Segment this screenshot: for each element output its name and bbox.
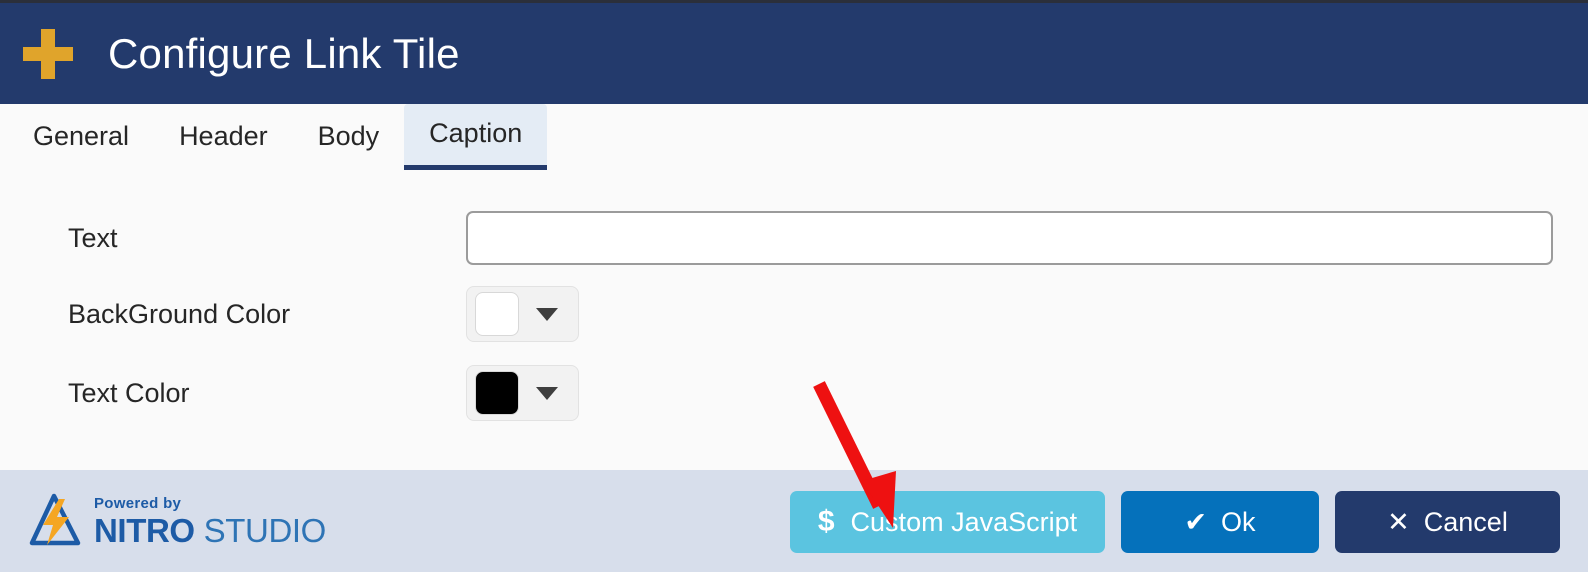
text-field-label: Text: [68, 222, 118, 253]
ok-button-label: Ok: [1221, 506, 1256, 537]
cancel-button-label: Cancel: [1423, 506, 1508, 537]
powered-by-label: Powered by: [94, 494, 182, 512]
brand-studio-label: STUDIO: [203, 511, 327, 549]
brand-nitro-label: NITRO: [94, 511, 195, 549]
custom-javascript-button-label: Custom JavaScript: [850, 506, 1078, 537]
nitro-studio-wordmark: Powered by NITRO STUDIO: [94, 496, 326, 547]
form-row-text: Text: [0, 210, 1588, 266]
cancel-button[interactable]: ✕ Cancel: [1335, 491, 1560, 553]
dialog-footer: Powered by NITRO STUDIO $ Custom JavaScr…: [0, 470, 1588, 572]
tab-strip: General Header Body Caption: [0, 104, 1588, 170]
tab-caption[interactable]: Caption: [404, 104, 548, 170]
text-color-swatch: [475, 371, 519, 415]
nitro-lightning-triangle-icon: [29, 493, 81, 546]
close-x-icon: ✕: [1387, 506, 1410, 537]
background-color-label: BackGround Color: [68, 298, 291, 329]
check-icon: ✔: [1184, 506, 1208, 537]
background-color-picker[interactable]: [466, 286, 579, 342]
custom-javascript-button[interactable]: $ Custom JavaScript: [790, 491, 1105, 553]
tab-general[interactable]: General: [8, 104, 154, 170]
plus-icon: [22, 28, 74, 80]
nitro-studio-logo: Powered by NITRO STUDIO: [28, 493, 326, 549]
dialog-titlebar: Configure Link Tile: [0, 0, 1588, 104]
tab-header[interactable]: Header: [154, 104, 293, 170]
dollar-icon: $: [817, 505, 835, 538]
text-color-label: Text Color: [68, 377, 190, 408]
page-title: Configure Link Tile: [108, 29, 460, 77]
ok-button[interactable]: ✔ Ok: [1121, 491, 1319, 553]
caption-text-input[interactable]: [466, 211, 1553, 265]
tab-body[interactable]: Body: [293, 104, 405, 170]
chevron-down-icon[interactable]: [536, 386, 558, 400]
brand-name: NITRO STUDIO: [94, 514, 326, 547]
form-row-text-color: Text Color: [0, 364, 1588, 422]
background-color-swatch: [475, 292, 519, 336]
footer-button-group: $ Custom JavaScript ✔ Ok ✕ Cancel: [790, 491, 1560, 553]
form-row-background-color: BackGround Color: [0, 285, 1588, 343]
configure-link-tile-dialog: Configure Link Tile General Header Body …: [0, 0, 1588, 572]
chevron-down-icon[interactable]: [536, 307, 558, 321]
text-color-picker[interactable]: [466, 365, 579, 421]
caption-form-panel: Text BackGround Color Text Color: [0, 170, 1588, 470]
